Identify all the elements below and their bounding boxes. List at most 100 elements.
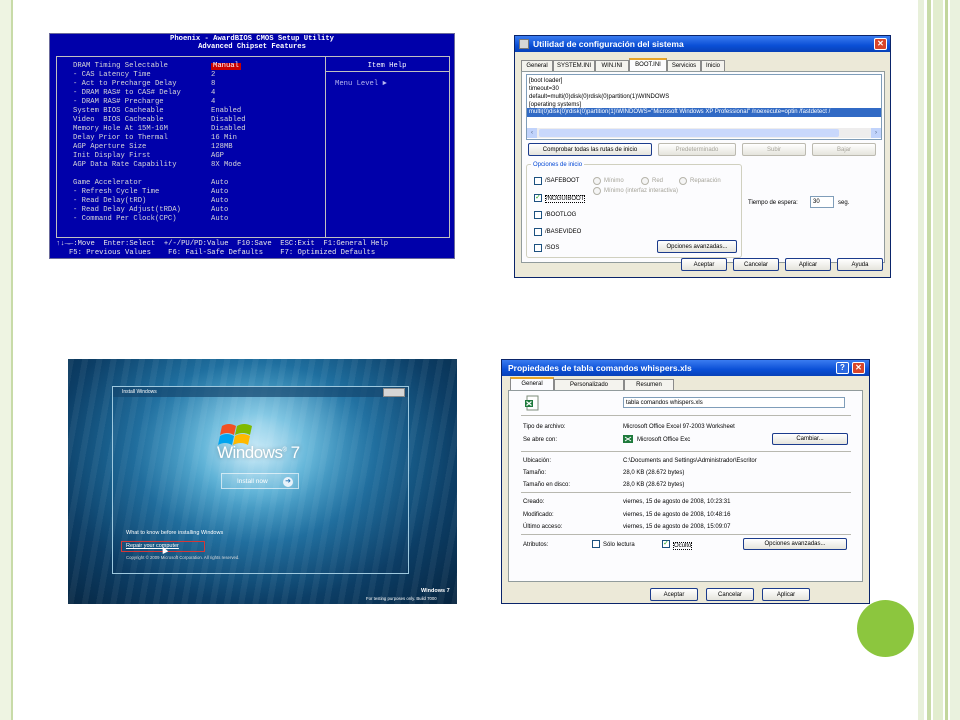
tab-system-ini[interactable]: SYSTEM.INI <box>553 60 595 71</box>
tab-win-ini[interactable]: WIN.INI <box>595 60 629 71</box>
scroll-thumb[interactable] <box>539 129 839 137</box>
size-on-disk-value: 28,0 KB (28.672 bytes) <box>623 482 685 488</box>
cancel-button[interactable]: Cancelar <box>733 258 779 271</box>
bios-setting-value[interactable]: Auto <box>211 206 228 214</box>
readonly-label: Sólo lectura <box>603 542 635 548</box>
apply-button[interactable]: Aplicar <box>785 258 831 271</box>
what-to-know-link[interactable]: What to know before installing Windows <box>126 530 223 536</box>
install-now-label: Install now <box>237 478 268 485</box>
minimal-label: Mínimo <box>604 178 624 184</box>
install-now-button[interactable]: Install now ➜ <box>221 473 299 489</box>
bios-setting-value[interactable]: AGP <box>211 152 224 160</box>
help-button[interactable]: Ayuda <box>837 258 883 271</box>
bios-setting-value[interactable]: Auto <box>211 179 228 187</box>
timeout-unit: seg. <box>838 200 850 206</box>
bios-setting-value[interactable]: 8X Mode <box>211 161 241 169</box>
location-value: C:\Documents and Settings\Administrador\… <box>623 458 757 464</box>
repair-label: Reparación <box>690 178 721 184</box>
timeout-field[interactable]: 30 <box>810 196 834 208</box>
windows-brand: Windows® 7 <box>217 443 300 462</box>
repair-radio[interactable] <box>679 177 687 185</box>
move-up-button[interactable]: Subir <box>742 143 806 156</box>
bios-key-help: F5: Previous Values F6: Fail-Safe Defaul… <box>56 249 376 257</box>
network-radio[interactable] <box>641 177 649 185</box>
ok-button[interactable]: Aceptar <box>650 588 698 601</box>
ok-button[interactable]: Aceptar <box>681 258 727 271</box>
bios-setting-value[interactable]: 4 <box>211 89 215 97</box>
file-properties-window: Propiedades de tabla comandos whispers.x… <box>501 359 870 604</box>
bios-setting-value[interactable]: Disabled <box>211 116 246 124</box>
size-on-disk-label: Tamaño en disco: <box>523 482 571 488</box>
filename-field[interactable]: tabla comandos whispers.xls <box>623 397 845 408</box>
apply-button[interactable]: Aplicar <box>762 588 810 601</box>
sos-label: /SOS <box>545 245 560 251</box>
bootlog-label: /BOOTLOG <box>545 212 577 218</box>
bios-setting-label: System BIOS Cacheable <box>73 107 164 115</box>
tab-general[interactable]: General <box>521 60 553 71</box>
tab-servicios[interactable]: Servicios <box>667 60 701 71</box>
sos-checkbox[interactable] <box>534 244 542 252</box>
advanced-options-button[interactable]: Opciones avanzadas... <box>657 240 737 253</box>
close-icon[interactable]: ✕ <box>852 362 865 374</box>
tab-general[interactable]: General <box>510 377 554 390</box>
boot-options-group: Opciones de inicio /SAFEBOOT ✓ /NOGUIBOO… <box>526 162 742 258</box>
arrow-right-icon: ➜ <box>283 477 293 487</box>
horizontal-scrollbar[interactable]: ‹ › <box>527 128 881 138</box>
file-type-value: Microsoft Office Excel 97-2003 Worksheet <box>623 424 735 430</box>
bios-setting-value[interactable]: 128MB <box>211 143 233 151</box>
boot-line-selected[interactable]: multi(0)disk(0)rdisk(0)partition(1)\WIND… <box>527 108 881 117</box>
safeboot-checkbox[interactable] <box>534 177 542 185</box>
window-controls[interactable] <box>383 388 405 397</box>
tab-boot-ini[interactable]: BOOT.INI <box>629 58 667 71</box>
bootlog-checkbox[interactable] <box>534 211 542 219</box>
bios-setting-value[interactable]: 8 <box>211 80 215 88</box>
move-down-button[interactable]: Bajar <box>812 143 876 156</box>
bios-setting-value[interactable]: Auto <box>211 215 228 223</box>
cancel-button[interactable]: Cancelar <box>706 588 754 601</box>
bios-setting-label: AGP Aperture Size <box>73 143 147 151</box>
minimal-interactive-radio[interactable] <box>593 187 601 195</box>
separator <box>521 451 851 452</box>
options-group-label: Opciones de inicio <box>531 162 585 168</box>
right-border-stripe <box>945 0 948 720</box>
bios-setting-value[interactable]: Disabled <box>211 125 246 133</box>
bios-setting-value[interactable]: 4 <box>211 98 215 106</box>
noguiboot-checkbox[interactable]: ✓ <box>534 194 542 202</box>
bios-help-divider <box>325 71 449 72</box>
file-type-label: Tipo de archivo: <box>523 424 566 430</box>
tab-inicio[interactable]: Inicio <box>701 60 725 71</box>
check-boot-paths-button[interactable]: Comprobar todas las rutas de inicio <box>528 143 652 156</box>
close-icon[interactable]: ✕ <box>874 38 887 50</box>
install-windows-title: Install Windows <box>122 389 157 395</box>
readonly-checkbox[interactable] <box>592 540 600 548</box>
general-tab-panel: tabla comandos whispers.xls Tipo de arch… <box>508 390 863 582</box>
minimal-radio[interactable] <box>593 177 601 185</box>
bios-setting-value[interactable]: 16 Min <box>211 134 237 142</box>
bios-setting-value[interactable]: Manual <box>211 62 241 71</box>
bios-setting-value[interactable]: 2 <box>211 71 215 79</box>
bios-key-help: ↑↓→←:Move Enter:Select +/-/PU/PD:Value F… <box>56 240 389 248</box>
scroll-right-icon[interactable]: › <box>871 128 881 138</box>
tab-resumen[interactable]: Resumen <box>624 379 674 390</box>
help-icon[interactable]: ? <box>836 362 849 374</box>
advanced-options-button[interactable]: Opciones avanzadas... <box>743 538 847 550</box>
hidden-checkbox[interactable]: ✓ <box>662 540 670 548</box>
bios-setting-value[interactable]: Auto <box>211 188 228 196</box>
bios-setting-value[interactable]: Auto <box>211 197 228 205</box>
default-button[interactable]: Predeterminado <box>658 143 736 156</box>
hidden-label: Oculto <box>673 542 693 550</box>
msconfig-title: Utilidad de configuración del sistema <box>533 39 684 49</box>
change-button[interactable]: Cambiar... <box>772 433 848 445</box>
bios-setting-label: Delay Prior to Thermal <box>73 134 168 142</box>
excel-file-icon <box>525 395 539 411</box>
item-help-title: Item Help <box>367 62 407 70</box>
opens-with-value: Microsoft Office Exc <box>637 437 691 443</box>
scroll-left-icon[interactable]: ‹ <box>527 128 537 138</box>
modified-value: viernes, 15 de agosto de 2008, 10:48:16 <box>623 512 731 518</box>
tab-personalizado[interactable]: Personalizado <box>554 379 624 390</box>
basevideo-checkbox[interactable] <box>534 228 542 236</box>
bios-setting-value[interactable]: Enabled <box>211 107 241 115</box>
boot-ini-textbox[interactable]: [boot loader] timeout=30 default=multi(0… <box>526 74 882 140</box>
brand-version: 7 <box>290 443 300 462</box>
bios-setting-label: - Read Delay(tRD) <box>73 197 147 205</box>
